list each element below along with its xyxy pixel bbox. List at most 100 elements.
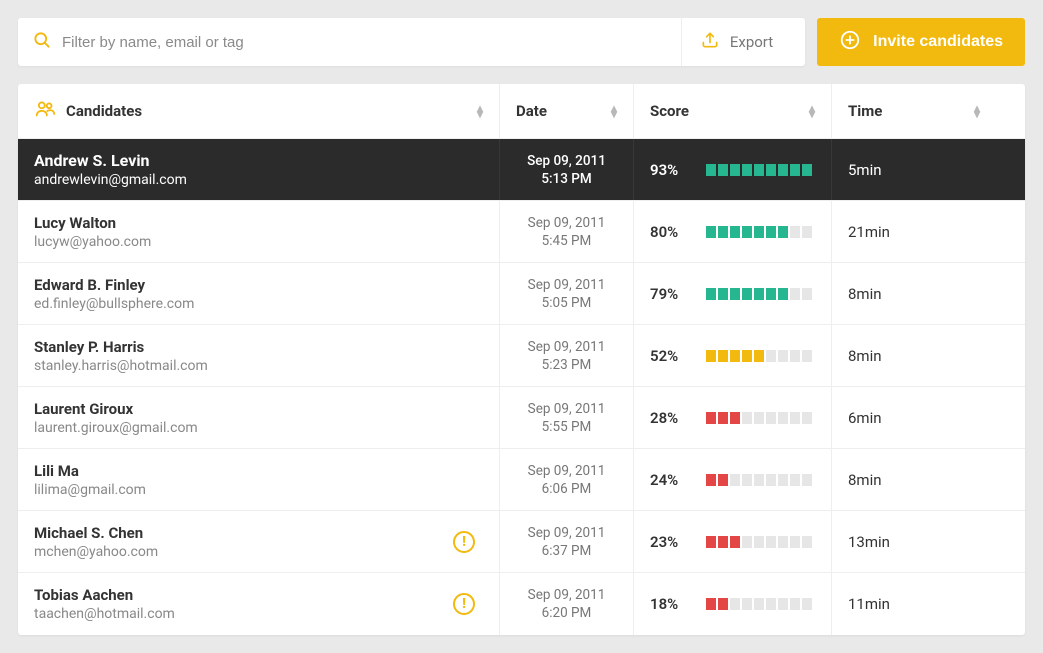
score-bar bbox=[706, 350, 812, 362]
top-bar: Export Invite candidates bbox=[18, 18, 1025, 66]
score-segment bbox=[778, 412, 788, 424]
header-date[interactable]: Date ▴▾ bbox=[500, 84, 634, 138]
score-segment bbox=[706, 412, 716, 424]
time-taken: 13min bbox=[848, 533, 890, 551]
score-segment bbox=[718, 164, 728, 176]
candidate-email: taachen@hotmail.com bbox=[34, 606, 175, 622]
score-segment bbox=[730, 164, 740, 176]
score-segment bbox=[790, 474, 800, 486]
header-date-label: Date bbox=[516, 102, 547, 120]
score-segment bbox=[706, 474, 716, 486]
table-row[interactable]: Lucy Waltonlucyw@yahoo.comSep 09, 20115:… bbox=[18, 201, 1025, 263]
score-segment bbox=[754, 350, 764, 362]
date-cell: Sep 09, 20116:06 PM bbox=[500, 449, 634, 510]
score-cell: 24% bbox=[634, 449, 832, 510]
candidate-cell: Andrew S. Levinandrewlevin@gmail.com bbox=[18, 139, 500, 200]
score-segment bbox=[802, 474, 812, 486]
time-cell: 13min bbox=[832, 511, 996, 572]
score-segment bbox=[706, 350, 716, 362]
score-segment bbox=[742, 288, 752, 300]
time-cell: 8min bbox=[832, 449, 996, 510]
candidate-cell: Stanley P. Harrisstanley.harris@hotmail.… bbox=[18, 325, 500, 386]
candidate-cell: Lili Ma lilima@gmail.com bbox=[18, 449, 500, 510]
table-row[interactable]: Laurent Girouxlaurent.giroux@gmail.comSe… bbox=[18, 387, 1025, 449]
invite-label: Invite candidates bbox=[873, 33, 1003, 51]
sort-icon: ▴▾ bbox=[477, 105, 483, 117]
score-bar bbox=[706, 164, 812, 176]
time-of-day: 6:37 PM bbox=[542, 543, 592, 559]
score-segment bbox=[802, 598, 812, 610]
score-segment bbox=[754, 226, 764, 238]
plus-circle-icon bbox=[839, 29, 861, 56]
export-button[interactable]: Export bbox=[681, 18, 791, 66]
candidate-name: Lili Ma bbox=[34, 462, 146, 480]
score-cell: 28% bbox=[634, 387, 832, 448]
score-segment bbox=[730, 288, 740, 300]
score-percent: 52% bbox=[650, 347, 690, 365]
candidate-email: stanley.harris@hotmail.com bbox=[34, 358, 208, 374]
sort-icon: ▴▾ bbox=[611, 105, 617, 117]
score-segment bbox=[706, 226, 716, 238]
candidate-name: Tobias Aachen bbox=[34, 586, 175, 604]
export-icon bbox=[700, 30, 720, 54]
score-segment bbox=[766, 536, 776, 548]
score-bar bbox=[706, 536, 812, 548]
score-segment bbox=[742, 164, 752, 176]
score-segment bbox=[730, 350, 740, 362]
score-segment bbox=[766, 288, 776, 300]
score-segment bbox=[766, 598, 776, 610]
score-segment bbox=[730, 226, 740, 238]
search-icon bbox=[32, 30, 52, 54]
export-label: Export bbox=[730, 33, 773, 51]
time-of-day: 5:45 PM bbox=[542, 233, 592, 249]
header-score[interactable]: Score ▴▾ bbox=[634, 84, 832, 138]
score-segment bbox=[766, 412, 776, 424]
score-segment bbox=[778, 598, 788, 610]
warning-icon: ! bbox=[453, 593, 475, 615]
time-taken: 8min bbox=[848, 471, 882, 489]
score-bar bbox=[706, 226, 812, 238]
table-row[interactable]: Edward B. Finleyed.finley@bullsphere.com… bbox=[18, 263, 1025, 325]
candidate-email: lilima@gmail.com bbox=[34, 482, 146, 498]
score-segment bbox=[718, 536, 728, 548]
date-cell: Sep 09, 2011 5:55 PM bbox=[500, 387, 634, 448]
score-segment bbox=[754, 412, 764, 424]
table-row[interactable]: Michael S. Chenmchen@yahoo.com!Sep 09, 2… bbox=[18, 511, 1025, 573]
filter-box: Export bbox=[18, 18, 805, 66]
header-score-label: Score bbox=[650, 102, 689, 120]
score-segment bbox=[802, 412, 812, 424]
time-of-day: 6:20 PM bbox=[542, 605, 592, 621]
table-row[interactable]: Stanley P. Harrisstanley.harris@hotmail.… bbox=[18, 325, 1025, 387]
candidate-name: Michael S. Chen bbox=[34, 524, 158, 542]
time-taken: 11min bbox=[848, 595, 890, 613]
score-segment bbox=[718, 412, 728, 424]
candidate-cell: Tobias Aachen taachen@hotmail.com! bbox=[18, 573, 500, 635]
date: Sep 09, 2011 bbox=[528, 401, 606, 417]
header-candidates[interactable]: Candidates ▴▾ bbox=[18, 84, 500, 138]
candidate-name: Andrew S. Levin bbox=[34, 151, 187, 170]
header-time[interactable]: Time ▴▾ bbox=[832, 84, 996, 138]
score-segment bbox=[802, 164, 812, 176]
score-percent: 80% bbox=[650, 223, 690, 241]
time-of-day: 5:55 PM bbox=[542, 419, 592, 435]
filter-input[interactable] bbox=[52, 34, 681, 51]
time-taken: 8min bbox=[848, 347, 882, 365]
sort-icon: ▴▾ bbox=[809, 105, 815, 117]
date-cell: Sep 09, 20115:23 PM bbox=[500, 325, 634, 386]
table-row[interactable]: Andrew S. Levinandrewlevin@gmail.comSep … bbox=[18, 139, 1025, 201]
score-bar bbox=[706, 474, 812, 486]
header-time-label: Time bbox=[848, 102, 882, 120]
score-segment bbox=[766, 164, 776, 176]
score-segment bbox=[790, 536, 800, 548]
invite-candidates-button[interactable]: Invite candidates bbox=[817, 18, 1025, 66]
table-row[interactable]: Lili Ma lilima@gmail.com Sep 09, 20116:06 … bbox=[18, 449, 1025, 511]
time-cell: 8min bbox=[832, 325, 996, 386]
header-candidates-label: Candidates bbox=[66, 102, 142, 120]
time-cell: 5min bbox=[832, 139, 996, 200]
table-row[interactable]: Tobias Aachentaachen@hotmail.com!Sep 09,… bbox=[18, 573, 1025, 635]
score-segment bbox=[718, 598, 728, 610]
score-segment bbox=[778, 474, 788, 486]
score-segment bbox=[790, 412, 800, 424]
score-segment bbox=[730, 474, 740, 486]
score-bar bbox=[706, 598, 812, 610]
